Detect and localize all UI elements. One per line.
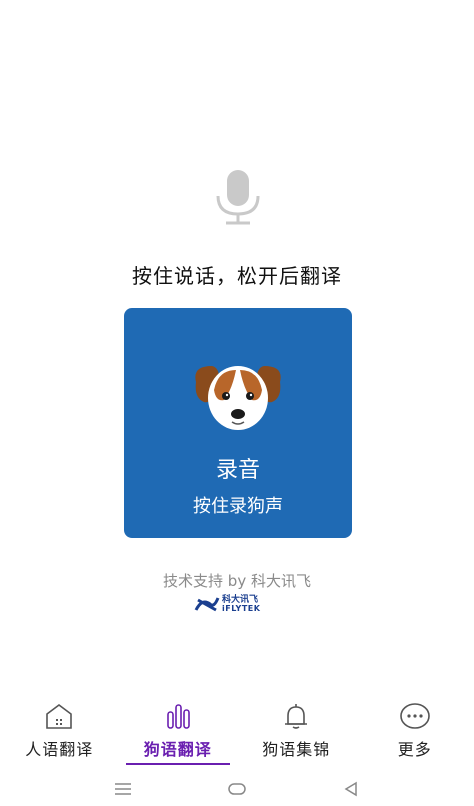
house-icon: [46, 704, 73, 729]
nav-label: 狗语翻译: [143, 740, 212, 759]
menu-icon[interactable]: [112, 780, 134, 798]
brand-en-text: iFLYTEK: [222, 603, 261, 613]
active-tab-indicator: [125, 763, 230, 765]
nav-label: 人语翻译: [25, 740, 94, 759]
record-title: 录音: [215, 458, 260, 483]
record-subtitle: 按住录狗声: [193, 496, 283, 517]
nav-label: 更多: [397, 740, 432, 759]
nav-label: 狗语集锦: [262, 740, 331, 759]
hold-to-speak-prompt: 按住说话，松开后翻译: [132, 264, 342, 288]
nav-dog-collection[interactable]: 狗语集锦: [237, 692, 356, 772]
nav-more[interactable]: 更多: [356, 692, 474, 772]
system-navigation-bar: [0, 774, 474, 806]
dog-translator-screen: 按住说话，松开后翻译 录音 按住录狗声 技术支持 by 科大讯飞 科大讯飞 iF…: [0, 0, 474, 806]
record-button[interactable]: 录音 按住录狗声: [124, 308, 352, 538]
home-button-icon[interactable]: [226, 780, 248, 798]
dog-face-icon: [195, 366, 281, 430]
bell-icon: [285, 704, 308, 729]
bottom-navigation: 人语翻译 狗语翻译 狗语集锦 更多: [0, 692, 474, 772]
more-dots-icon: [399, 703, 430, 729]
iflytek-mark-icon: [194, 597, 220, 612]
microphone-icon[interactable]: [212, 168, 264, 226]
powered-by-text: 技术支持 by 科大讯飞: [163, 572, 311, 590]
nav-human-translate[interactable]: 人语翻译: [0, 692, 119, 772]
back-icon[interactable]: [340, 780, 362, 798]
nav-dog-translate[interactable]: 狗语翻译: [119, 692, 238, 772]
sound-bars-icon: [166, 704, 190, 729]
iflytek-logo: 科大讯飞 iFLYTEK: [194, 594, 260, 614]
